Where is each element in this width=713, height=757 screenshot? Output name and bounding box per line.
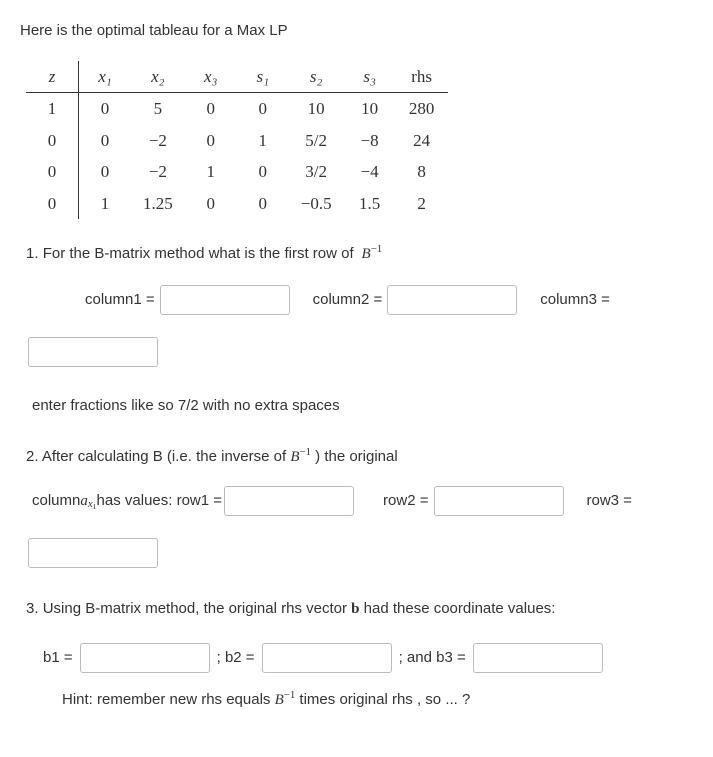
cell: 0 — [26, 156, 79, 188]
cell: 10 — [289, 93, 344, 125]
q2-prompt-a: After calculating B (i.e. the inverse of — [42, 448, 290, 465]
q3-prompt-a: Using B-matrix method, the original rhs … — [43, 600, 351, 617]
cell: 10 — [344, 93, 396, 125]
hdr-x2: x₂ — [131, 61, 185, 93]
cell: 0 — [79, 125, 132, 157]
cell: −2 — [131, 156, 185, 188]
cell: 0 — [79, 156, 132, 188]
hdr-s1: s₁ — [237, 61, 289, 93]
cell: 0 — [185, 93, 237, 125]
hdr-x3: x₃ — [185, 61, 237, 93]
question-3: 3. Using B-matrix method, the original r… — [26, 598, 693, 711]
q3-num: 3. — [26, 600, 39, 617]
table-row: 0 0 −2 0 1 5/2 −8 24 — [26, 125, 448, 157]
col2-label: column2 = — [313, 289, 383, 312]
cell: 5/2 — [289, 125, 344, 157]
row2-input[interactable] — [434, 486, 564, 516]
cell: 3/2 — [289, 156, 344, 188]
cell: −4 — [344, 156, 396, 188]
table-row: 1 0 5 0 0 10 10 280 — [26, 93, 448, 125]
q3-prompt-b: had these coordinate values: — [359, 600, 555, 617]
row3-input[interactable] — [28, 538, 158, 568]
cell: 0 — [185, 188, 237, 220]
cell: 1 — [79, 188, 132, 220]
question-2: 2. After calculating B (i.e. the inverse… — [26, 444, 693, 568]
cell: 2 — [396, 188, 448, 220]
hdr-x1: x₁ — [79, 61, 132, 93]
cell: 0 — [237, 188, 289, 220]
cell: 1.5 — [344, 188, 396, 220]
q2-math: B−1 — [290, 449, 311, 465]
cell: −8 — [344, 125, 396, 157]
hdr-z: z — [26, 61, 79, 93]
question-1: 1. For the B-matrix method what is the f… — [26, 241, 693, 418]
hdr-s3: s₃ — [344, 61, 396, 93]
intro-text: Here is the optimal tableau for a Max LP — [20, 20, 693, 43]
cell: 8 — [396, 156, 448, 188]
q2-prompt-b: ) the original — [311, 448, 398, 465]
table-row: 0 1 1.25 0 0 −0.5 1.5 2 — [26, 188, 448, 220]
col1-input[interactable] — [160, 285, 290, 315]
hdr-s2: s₂ — [289, 61, 344, 93]
col3-label: column3 = — [540, 289, 610, 312]
b1-input[interactable] — [80, 643, 210, 673]
cell: 5 — [131, 93, 185, 125]
cell: 1 — [237, 125, 289, 157]
table-row: 0 0 −2 1 0 3/2 −4 8 — [26, 156, 448, 188]
col2-input[interactable] — [387, 285, 517, 315]
col3-input[interactable] — [28, 337, 158, 367]
row2-label: row2 = — [383, 490, 428, 513]
b3-label: ; and b3 = — [399, 647, 466, 670]
cell: 24 — [396, 125, 448, 157]
cell: 0 — [26, 188, 79, 220]
ax1-var: ax1 — [80, 490, 96, 513]
q3-hint: Hint: remember new rhs equals B−1 times … — [62, 687, 693, 711]
cell: −0.5 — [289, 188, 344, 220]
tableau: z x₁ x₂ x₃ s₁ s₂ s₃ rhs 1 0 5 0 0 10 10 … — [26, 61, 448, 220]
fraction-hint: enter fractions like so 7/2 with no extr… — [32, 395, 693, 418]
q1-math: B−1 — [358, 246, 382, 262]
cell: 0 — [79, 93, 132, 125]
cell: 1.25 — [131, 188, 185, 220]
q2-num: 2. — [26, 448, 39, 465]
cell: 1 — [185, 156, 237, 188]
b2-label: ; b2 = — [217, 647, 255, 670]
cell: 0 — [26, 125, 79, 157]
row3-label: row3 = — [587, 490, 632, 513]
q2-line2a: column — [32, 490, 80, 513]
tableau-header-row: z x₁ x₂ x₃ s₁ s₂ s₃ rhs — [26, 61, 448, 93]
b2-input[interactable] — [262, 643, 392, 673]
q2-line2b: has values: row1 = — [97, 490, 223, 513]
cell: 0 — [237, 93, 289, 125]
col1-label: column1 = — [85, 289, 155, 312]
cell: 0 — [185, 125, 237, 157]
b1-label: b1 = — [43, 647, 73, 670]
hdr-rhs: rhs — [396, 61, 448, 93]
q1-prompt: For the B-matrix method what is the firs… — [43, 245, 358, 262]
row1-input[interactable] — [224, 486, 354, 516]
cell: 0 — [237, 156, 289, 188]
q1-num: 1. — [26, 245, 39, 262]
cell: 1 — [26, 93, 79, 125]
cell: 280 — [396, 93, 448, 125]
cell: −2 — [131, 125, 185, 157]
b3-input[interactable] — [473, 643, 603, 673]
